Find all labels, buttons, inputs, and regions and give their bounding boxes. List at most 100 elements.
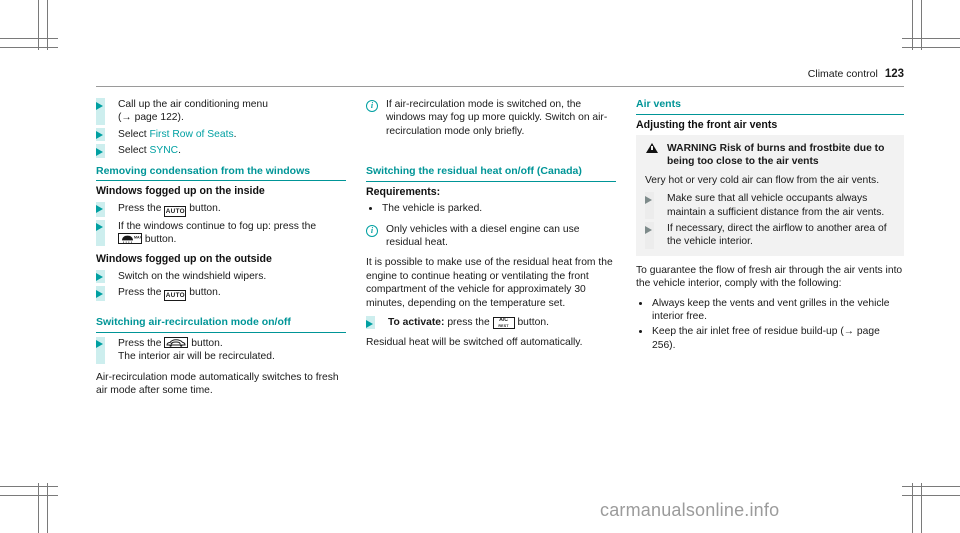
list-item: Press the button. The interior air will … xyxy=(96,336,346,364)
crop-mark-bottom-right-v2 xyxy=(921,483,922,533)
column-left: Call up the air conditioning menu (→ pag… xyxy=(96,98,346,403)
crop-mark-top-right-v xyxy=(912,0,913,50)
auto-button-icon: AUTO xyxy=(164,290,187,302)
warning-body-text: Very hot or very cold air can flow from … xyxy=(645,174,880,186)
chapter-title: Climate control xyxy=(807,68,878,80)
recirculation-closing-paragraph: Air-recirculation mode automatically swi… xyxy=(96,371,339,397)
crop-mark-top-right-h2 xyxy=(902,38,960,39)
page-header-text: Climate control 123 xyxy=(808,68,904,80)
crop-mark-bottom-left-h xyxy=(0,486,58,487)
triangle-bullet-icon xyxy=(96,273,103,282)
step-text-suffix: button. xyxy=(191,337,223,349)
step-text: Switch on the windshield wipers. xyxy=(118,270,267,282)
subheading-windows-fogged-inside: Windows fogged up on the inside xyxy=(96,185,265,198)
menu-item-link[interactable]: SYNC xyxy=(149,145,178,156)
list-item: If necessary, direct the airflow to anot… xyxy=(645,222,895,249)
page-number: 123 xyxy=(884,68,904,80)
subheading-windows-fogged-outside: Windows fogged up on the outside xyxy=(96,253,272,266)
requirements-label: Requirements: xyxy=(366,185,441,198)
list-item: Press the AUTO button. xyxy=(96,201,346,217)
svg-text:MAX: MAX xyxy=(134,236,141,240)
warning-steps-list: Make sure that all vehicle occupants alw… xyxy=(645,192,895,249)
list-item: Select First Row of Seats. xyxy=(96,127,346,142)
section-heading-residual-heat: Switching the residual heat on/off (Cana… xyxy=(366,165,616,182)
step-text: Press the xyxy=(118,202,162,214)
column-right: Air vents Adjusting the front air vents … xyxy=(636,98,904,359)
step-result-text: The interior air will be recirculated. xyxy=(118,351,275,363)
triangle-bullet-icon xyxy=(96,101,103,110)
steps-list-inside: Press the AUTO button. If the windows co… xyxy=(96,201,346,247)
ac-rest-button-icon: A/C REST xyxy=(492,316,515,329)
residual-heat-paragraph: It is possible to make use of the residu… xyxy=(366,257,613,309)
step-text: If the windows continue to fog up: press… xyxy=(118,220,317,232)
section-heading-removing-condensation: Removing condensation from the windows xyxy=(96,165,346,182)
step-text: Call up the air conditioning menu xyxy=(118,99,268,110)
list-item: The vehicle is parked. xyxy=(366,202,616,215)
warning-box: WARNING Risk of burns and frostbite due … xyxy=(636,135,904,256)
page-reference: (→ page 122). xyxy=(118,112,184,124)
activate-label: To activate: xyxy=(388,317,445,329)
list-item: Keep the air inlet free of residue build… xyxy=(636,325,904,352)
dot-bullet-icon xyxy=(369,207,372,211)
list-item: If the windows continue to fog up: press… xyxy=(96,219,346,247)
warning-step-text: If necessary, direct the airflow to anot… xyxy=(667,223,887,248)
info-note-recirculation: i If air-recirculation mode is switched … xyxy=(366,98,616,138)
step-text-suffix: . xyxy=(178,145,181,157)
crop-mark-bottom-left-v2 xyxy=(38,483,39,533)
note-text: If air-recirculation mode is switched on… xyxy=(386,99,608,137)
activate-post-text: button. xyxy=(517,317,549,329)
crop-mark-bottom-left-h2 xyxy=(0,495,58,496)
requirements-list: The vehicle is parked. xyxy=(366,202,616,215)
column-middle: i If air-recirculation mode is switched … xyxy=(366,98,616,356)
air-recirculation-button-icon xyxy=(164,336,189,348)
crop-mark-bottom-right-h xyxy=(902,486,960,487)
residual-heat-closing: Residual heat will be switched off autom… xyxy=(366,337,583,349)
steps-list-recirculation: Press the button. The interior air will … xyxy=(96,336,346,364)
bullet-text: Always keep the vents and vent grilles i… xyxy=(652,297,890,323)
dot-bullet-icon xyxy=(639,330,642,334)
info-icon: i xyxy=(366,99,378,113)
crop-mark-bottom-right-h2 xyxy=(902,495,960,496)
section-heading-air-vents: Air vents xyxy=(636,98,904,115)
dot-bullet-icon xyxy=(639,301,642,305)
air-vents-bullets: Always keep the vents and vent grilles i… xyxy=(636,297,904,353)
triangle-bullet-icon xyxy=(96,147,103,156)
warning-triangle-icon xyxy=(646,143,658,153)
list-item: Switch on the windshield wipers. xyxy=(96,269,346,284)
triangle-bullet-icon xyxy=(96,205,103,214)
max-defrost-button-icon: MAX xyxy=(118,233,142,245)
list-item: To activate: press the A/C REST button. xyxy=(366,316,616,330)
subheading-adjusting-front-air-vents: Adjusting the front air vents xyxy=(636,118,778,131)
triangle-bullet-icon xyxy=(96,131,103,140)
steps-list-menu: Call up the air conditioning menu (→ pag… xyxy=(96,98,346,158)
note-text: Only vehicles with a diesel engine can u… xyxy=(386,223,580,249)
warning-step-text: Make sure that all vehicle occupants alw… xyxy=(667,193,885,218)
triangle-bullet-icon xyxy=(645,195,652,204)
manual-page: Climate control 123 Call up the air condi… xyxy=(0,0,960,533)
crop-mark-bottom-right-v xyxy=(912,483,913,533)
step-text: Select xyxy=(118,145,150,157)
watermark: carmanualsonline.info xyxy=(600,500,780,520)
crop-mark-top-right-h xyxy=(902,47,960,48)
list-item: Call up the air conditioning menu (→ pag… xyxy=(96,98,346,125)
triangle-bullet-icon xyxy=(645,225,652,234)
auto-button-icon: AUTO xyxy=(164,205,187,217)
crop-mark-top-left-v2 xyxy=(38,0,39,50)
list-item: Select SYNC. xyxy=(96,144,346,158)
crop-mark-top-left-h2 xyxy=(0,38,58,39)
list-item: Always keep the vents and vent grilles i… xyxy=(636,297,904,324)
crop-mark-bottom-left-v xyxy=(47,483,48,533)
air-vents-intro-paragraph: To guarantee the flow of fresh air throu… xyxy=(636,264,903,290)
step-text-suffix: . xyxy=(233,128,237,140)
step-text-suffix: button. xyxy=(189,202,221,214)
list-item: Make sure that all vehicle occupants alw… xyxy=(645,192,895,220)
steps-list-outside: Switch on the windshield wipers. Press t… xyxy=(96,269,346,302)
menu-item-link[interactable]: First Row of Seats xyxy=(149,129,233,140)
triangle-bullet-icon xyxy=(96,340,103,349)
step-text: Press the xyxy=(118,337,162,349)
warning-label: WARNING xyxy=(667,143,717,154)
crop-mark-top-left-v xyxy=(47,0,48,50)
step-text-suffix: button. xyxy=(189,287,221,299)
step-text: Press the xyxy=(118,287,162,299)
requirement-text: The vehicle is parked. xyxy=(382,203,483,215)
